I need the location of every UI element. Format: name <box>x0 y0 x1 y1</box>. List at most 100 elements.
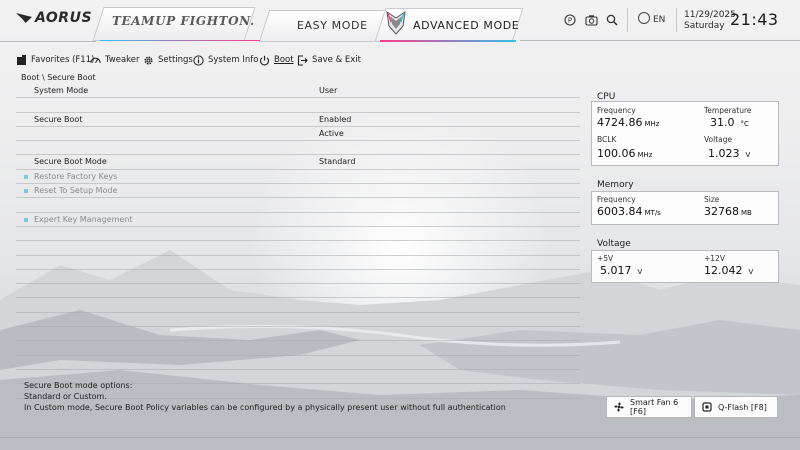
settings-row <box>16 270 580 285</box>
setting-value[interactable]: Active <box>319 129 344 138</box>
voltage-12v-unit: V <box>748 268 754 276</box>
aorus-logo: AORUS <box>16 10 92 26</box>
settings-row <box>16 341 580 356</box>
language-selector[interactable]: EN <box>638 12 672 28</box>
settings-row[interactable]: Secure Boot Mode Standard <box>16 155 580 170</box>
cpu-voltage-label: Voltage <box>704 135 733 144</box>
settings-row[interactable]: Active <box>16 127 580 142</box>
smart-fan-label: Smart Fan 6 [F6] <box>630 398 679 416</box>
voltage-5v-label: +5V <box>597 254 614 263</box>
aorus-eagle-icon <box>16 13 32 23</box>
cpu-panel: Frequency 4724.86 MHz Temperature 31.0 °C … <box>591 101 779 166</box>
voltage-12v-number: 12.042 <box>704 264 743 277</box>
menu-tweaker[interactable]: Tweaker <box>90 53 140 67</box>
settings-row <box>16 327 580 342</box>
menu-favorites[interactable]: Favorites (F11) <box>16 53 94 67</box>
settings-row[interactable]: Restore Factory Keys <box>16 170 580 185</box>
settings-row[interactable]: Expert Key Management <box>16 213 580 227</box>
settings-row[interactable]: Secure Boot Enabled <box>16 113 580 127</box>
info-icon <box>193 54 204 66</box>
voltage-12v-label: +12V <box>704 254 725 263</box>
qflash-button[interactable]: Q-Flash [F8] <box>694 396 778 418</box>
help-line: In Custom mode, Secure Boot Policy varia… <box>24 403 506 412</box>
settings-row[interactable]: System Mode User <box>16 84 580 99</box>
search-icon[interactable] <box>604 12 620 28</box>
submenu-bullet-icon <box>24 217 28 222</box>
help-description: Secure Boot mode options: Standard or Cu… <box>24 380 506 413</box>
help-line: Standard or Custom. <box>24 392 107 401</box>
easy-mode-label[interactable]: EASY MODE <box>297 19 368 32</box>
smart-fan-button[interactable]: Smart Fan 6 [F6] <box>606 396 692 418</box>
setting-value[interactable]: Standard <box>319 157 355 166</box>
settings-row <box>16 313 580 328</box>
menu-favorites-label: Favorites (F11) <box>31 55 95 65</box>
cpu-temperature-number: 31.0 <box>710 116 735 129</box>
favorites-icon <box>16 54 27 66</box>
speedometer-icon <box>90 55 101 66</box>
qflash-label: Q-Flash [F8] <box>718 402 767 412</box>
settings-row[interactable]: Reset To Setup Mode <box>16 184 580 199</box>
menu-tweaker-label: Tweaker <box>105 55 140 65</box>
setting-label: Expert Key Management <box>34 214 133 224</box>
settings-row <box>16 141 580 156</box>
menu-system-info[interactable]: System Info <box>193 53 259 67</box>
cpu-voltage-value: 1.023 V <box>708 147 750 160</box>
memory-size-number: 32768 <box>704 205 739 218</box>
cpu-bclk-label: BCLK <box>597 135 617 144</box>
svg-text:P: P <box>568 17 572 25</box>
menu-settings[interactable]: Settings <box>143 53 193 67</box>
globe-icon <box>638 12 650 24</box>
settings-row <box>16 298 580 313</box>
menu-save-exit[interactable]: Save & Exit <box>297 53 361 67</box>
header-rule <box>520 40 800 41</box>
cpu-voltage-unit: V <box>745 151 751 159</box>
memory-size-label: Size <box>704 195 720 204</box>
setting-label: Reset To Setup Mode <box>34 186 118 196</box>
chip-icon <box>701 401 713 413</box>
settings-row <box>16 241 580 256</box>
memory-size-value: 32768 MB <box>704 205 752 218</box>
memory-panel-title: Memory <box>597 180 634 190</box>
gear-icon <box>143 55 154 66</box>
voltage-panel: +5V 5.017 V +12V 12.042 V <box>591 250 779 283</box>
settings-row <box>16 284 580 299</box>
power-icon <box>259 55 270 66</box>
memory-frequency-value: 6003.84 MT/s <box>597 205 661 218</box>
help-line: Secure Boot mode options: <box>24 381 133 390</box>
cpu-bclk-unit: MHz <box>637 151 653 159</box>
voltage-panel-title: Voltage <box>597 239 631 249</box>
setting-label: Restore Factory Keys <box>34 171 118 181</box>
cpu-temperature-label: Temperature <box>704 106 752 115</box>
top-header: AORUS TEAMUP FIGHTON. EASY MODE ADVANCED… <box>0 0 800 44</box>
advanced-mode-label[interactable]: ADVANCED MODE <box>413 19 519 32</box>
menu-system-info-label: System Info <box>208 55 259 65</box>
footer-rule <box>0 437 800 438</box>
cpu-frequency-label: Frequency <box>597 106 636 115</box>
team-banner-text: TEAMUP FIGHTON. <box>112 14 255 28</box>
setting-value[interactable]: Enabled <box>319 115 351 124</box>
memory-frequency-number: 6003.84 <box>597 205 643 218</box>
setting-value[interactable]: User <box>319 86 337 95</box>
header-rule <box>0 41 96 42</box>
date-display: 11/29/2025 Saturday <box>684 10 736 32</box>
header-accent-rule <box>100 40 260 41</box>
cpu-bclk-number: 100.06 <box>597 147 636 160</box>
settings-row <box>16 256 580 270</box>
screenshot-camera-icon[interactable] <box>583 12 599 28</box>
help-circle-icon[interactable]: P <box>562 12 578 28</box>
menu-save-exit-label: Save & Exit <box>312 55 361 65</box>
cpu-temperature-value: 31.0 °C <box>710 116 749 129</box>
voltage-5v-unit: V <box>637 268 643 276</box>
cpu-frequency-value: 4724.86 MHz <box>597 116 659 129</box>
brand-text: AORUS <box>35 10 93 26</box>
menu-boot[interactable]: Boot <box>259 53 294 67</box>
advanced-mode-emblem-icon <box>386 10 406 35</box>
header-divider <box>627 8 628 32</box>
settings-row <box>16 227 580 242</box>
settings-row <box>16 198 580 213</box>
header-divider <box>676 8 677 32</box>
language-label: EN <box>653 15 666 25</box>
cpu-bclk-value: 100.06 MHz <box>597 147 652 160</box>
submenu-bullet-icon <box>24 189 28 194</box>
settings-list: System Mode User Secure Boot Enabled Active S… <box>16 84 580 399</box>
